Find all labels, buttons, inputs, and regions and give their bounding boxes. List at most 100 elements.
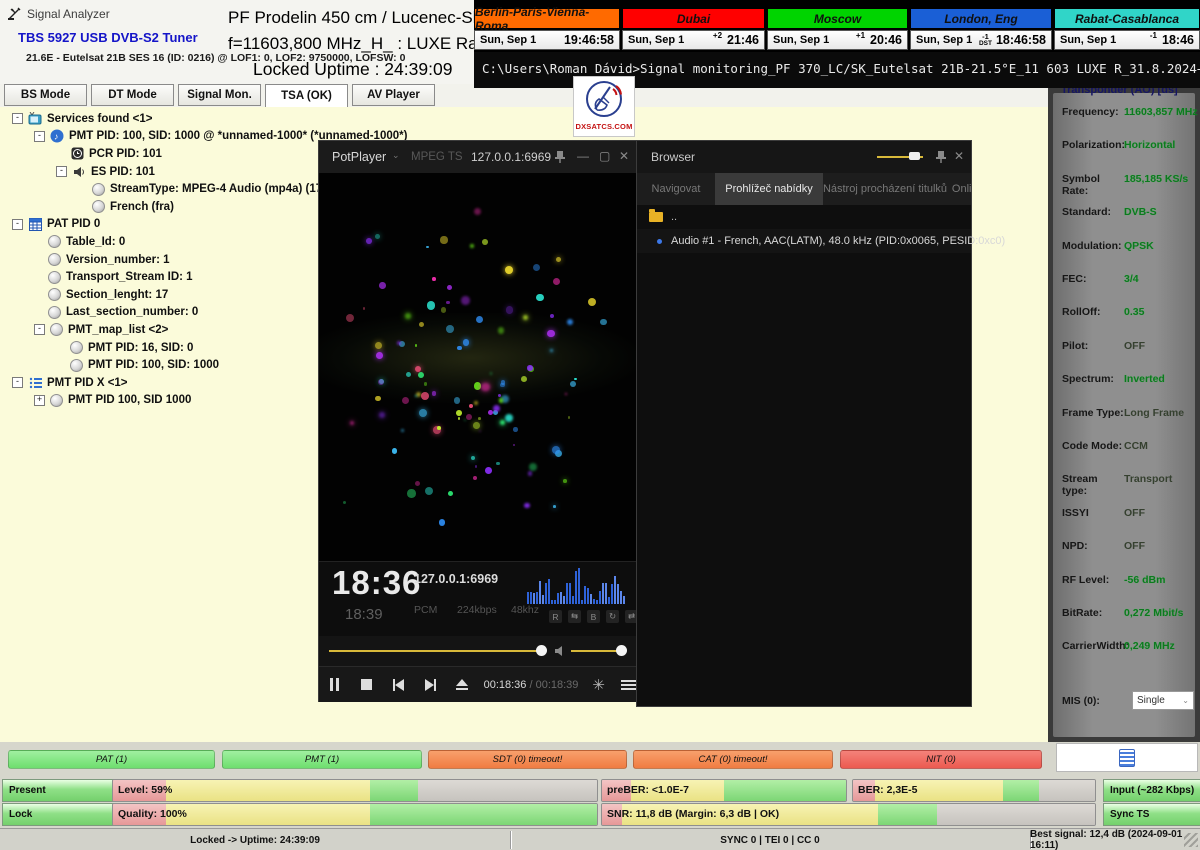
previous-button[interactable]: [382, 667, 414, 702]
transponder-label: Code Mode:: [1062, 440, 1124, 452]
snr-meter: SNR: 11,8 dB (Margin: 6,3 dB | OK): [601, 803, 1096, 826]
bokeh-dot: [471, 456, 475, 460]
transponder-value: OFF: [1124, 340, 1145, 352]
tree-expander[interactable]: -: [56, 166, 67, 177]
close-icon[interactable]: ✕: [619, 149, 629, 163]
toggle-button-2[interactable]: ⇆: [568, 610, 581, 623]
folder-up-row[interactable]: ..: [637, 205, 971, 229]
next-button[interactable]: [414, 667, 446, 702]
close-icon[interactable]: ✕: [954, 149, 964, 163]
browser-titlebar[interactable]: Browser ✕: [637, 141, 971, 173]
transponder-label: RollOff:: [1062, 306, 1124, 318]
stop-button[interactable]: [351, 667, 383, 702]
audio-format: PCM: [414, 604, 437, 616]
folder-up-label: ..: [671, 211, 677, 223]
bokeh-dot: [415, 481, 420, 486]
tree-expander[interactable]: +: [34, 395, 45, 406]
volume-icon[interactable]: [554, 645, 567, 657]
browser-tab-1[interactable]: Navigovat: [637, 173, 715, 205]
seek-bar[interactable]: [329, 650, 541, 652]
transponder-value: -56 dBm: [1124, 574, 1165, 586]
tree-expander[interactable]: -: [12, 113, 23, 124]
video-visualization[interactable]: [319, 173, 636, 561]
potplayer-info-panel: 18:36 18:39 127.0.0.1:6969 PCM 224kbps 4…: [319, 561, 636, 637]
transponder-list-box[interactable]: [1056, 743, 1198, 772]
settings-gear-icon[interactable]: ✳: [592, 676, 605, 694]
tree-expander[interactable]: -: [12, 377, 23, 388]
spectrum-bar: [578, 568, 580, 604]
meter-segment: [370, 804, 597, 825]
bokeh-dot: [379, 282, 386, 289]
bullet-icon: [70, 359, 83, 372]
ber-meter: BER: 2,3E-5: [852, 779, 1096, 802]
bokeh-dot: [415, 395, 417, 397]
bokeh-dot: [505, 266, 513, 274]
volume-thumb[interactable]: [616, 645, 627, 656]
clock-time: 20:46: [870, 33, 902, 47]
pause-button[interactable]: [319, 667, 351, 702]
browser-volume-thumb[interactable]: [909, 152, 920, 160]
clock-time: 18:46: [1162, 33, 1194, 47]
spectrum-bar: [569, 583, 571, 604]
tree-item[interactable]: -Services found <1>: [0, 110, 640, 128]
tab-av-player[interactable]: AV Player: [352, 84, 435, 106]
chevron-down-icon[interactable]: ⌄: [392, 150, 400, 161]
clock-row: Sun, Sep 1-1DST18:46:58: [910, 30, 1052, 50]
mis-select[interactable]: Single ⌄: [1132, 691, 1194, 710]
tree-expander[interactable]: -: [12, 219, 23, 230]
sync-ts-indicator: Sync TS: [1103, 803, 1200, 826]
bokeh-dot: [521, 376, 527, 382]
tree-label: PMT PID X <1>: [47, 377, 128, 389]
tab-bs-mode[interactable]: BS Mode: [4, 84, 87, 106]
tab-signal-mon-[interactable]: Signal Mon.: [178, 84, 261, 106]
tuner-name: TBS 5927 USB DVB-S2 Tuner: [18, 30, 198, 45]
bokeh-dot: [432, 391, 436, 395]
minimize-icon[interactable]: —: [577, 149, 589, 163]
tree-expander[interactable]: -: [34, 131, 45, 142]
tab-tsa-ok-[interactable]: TSA (OK): [265, 84, 348, 108]
bokeh-dot: [402, 397, 409, 404]
seek-thumb[interactable]: [536, 645, 547, 656]
spectrum-bar: [551, 600, 553, 604]
tree-expander[interactable]: -: [34, 324, 45, 335]
toggle-button-4[interactable]: ↻: [606, 610, 619, 623]
spectrum-bar: [608, 597, 610, 604]
menu-icon[interactable]: [621, 680, 636, 690]
pin-icon[interactable]: [935, 150, 947, 164]
eject-button[interactable]: [446, 667, 478, 702]
potplayer-source: 127.0.0.1:6969: [471, 150, 551, 164]
bokeh-dot: [441, 307, 446, 312]
bokeh-dot: [427, 301, 435, 309]
bokeh-dot: [419, 409, 427, 417]
spectrum-bar: [548, 579, 550, 604]
maximize-icon[interactable]: ▢: [599, 149, 610, 163]
resize-grip[interactable]: [1184, 833, 1198, 847]
browser-tab-3[interactable]: Nástroj procházení titulků: [823, 173, 947, 205]
bokeh-dot: [415, 344, 417, 346]
browser-tab-4[interactable]: Online S: [947, 173, 971, 205]
toggle-button-3[interactable]: B: [587, 610, 600, 623]
transponder-value: Transport: [1124, 473, 1172, 497]
transponder-value: DVB-S: [1124, 206, 1157, 218]
bokeh-dot: [565, 393, 567, 395]
spectrum-bar: [530, 592, 532, 604]
tab-dt-mode[interactable]: DT Mode: [91, 84, 174, 106]
transponder-value: QPSK: [1124, 240, 1154, 252]
toggle-button-1[interactable]: R: [549, 610, 562, 623]
list-icon: [28, 376, 42, 390]
browser-tab-2[interactable]: Prohlížeč nabídky: [715, 173, 823, 205]
pin-icon[interactable]: [554, 150, 566, 164]
audio-track-row[interactable]: Audio #1 - French, AAC(LATM), 48.0 kHz (…: [637, 229, 971, 253]
bokeh-dot: [446, 325, 454, 333]
potplayer-titlebar[interactable]: PotPlayer ⌄ MPEG TS 127.0.0.1:6969 — ▢ ✕: [319, 141, 636, 173]
bokeh-dot: [439, 519, 446, 526]
folder-icon: [649, 212, 663, 222]
mis-row: MIS (0): Single ⌄: [1062, 691, 1194, 710]
bokeh-dot: [375, 342, 383, 350]
volume-bar[interactable]: [571, 650, 621, 652]
track-bullet-icon: [657, 239, 662, 244]
svg-text:♪: ♪: [54, 132, 59, 142]
bullet-icon: [92, 183, 105, 196]
bokeh-dot: [490, 372, 493, 375]
spectrum-bar: [575, 571, 577, 604]
